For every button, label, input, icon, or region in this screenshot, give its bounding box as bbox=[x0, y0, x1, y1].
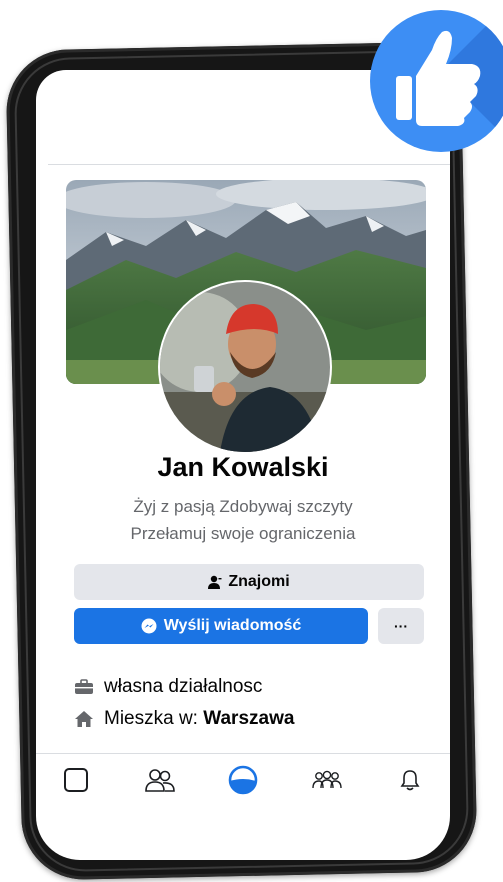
work-text: własna działalnosc bbox=[104, 676, 263, 697]
location-info: Mieszka w: Warszawa bbox=[74, 708, 294, 730]
send-message-button[interactable]: Wyślij wiadomość bbox=[74, 608, 368, 644]
home-square-icon bbox=[64, 768, 88, 792]
thumbs-up-icon bbox=[396, 30, 481, 126]
nav-divider bbox=[36, 753, 450, 754]
nav-home[interactable] bbox=[56, 762, 96, 798]
city-link[interactable]: Warszawa bbox=[203, 708, 294, 729]
phone-screen: Jan Kowalski Żyj z pasją Zdobywaj szczyt… bbox=[36, 70, 450, 860]
more-dots-icon: ··· bbox=[394, 618, 408, 634]
like-badge bbox=[370, 10, 503, 152]
messenger-icon bbox=[141, 618, 157, 634]
groups-icon bbox=[311, 770, 342, 789]
bio-line: Żyj z pasją Zdobywaj szczyty bbox=[133, 497, 353, 516]
profile-circle-icon bbox=[228, 765, 258, 795]
bio-line: Przełamuj swoje ograniczenia bbox=[130, 524, 356, 543]
top-divider bbox=[48, 164, 450, 165]
briefcase-icon bbox=[75, 679, 93, 694]
nav-friends[interactable] bbox=[140, 762, 180, 798]
more-options-button[interactable]: ··· bbox=[378, 608, 424, 644]
house-icon bbox=[75, 711, 93, 727]
nav-notifications[interactable] bbox=[390, 762, 430, 798]
nav-profile[interactable] bbox=[223, 762, 263, 798]
work-info: własna działalnosc bbox=[74, 676, 262, 698]
nav-groups[interactable] bbox=[307, 762, 347, 798]
hiker-portrait-image bbox=[160, 282, 330, 452]
friends-button-label: Znajomi bbox=[228, 573, 290, 590]
bottom-nav bbox=[56, 762, 430, 798]
person-icon bbox=[208, 575, 222, 589]
send-message-label: Wyślij wiadomość bbox=[163, 617, 302, 634]
lives-in-label: Mieszka w: bbox=[104, 708, 198, 729]
friends-button[interactable]: Znajomi bbox=[74, 564, 424, 600]
profile-name: Jan Kowalski bbox=[157, 452, 329, 482]
bell-icon bbox=[400, 770, 420, 791]
profile-avatar[interactable] bbox=[160, 282, 330, 452]
friends-icon bbox=[144, 769, 175, 792]
